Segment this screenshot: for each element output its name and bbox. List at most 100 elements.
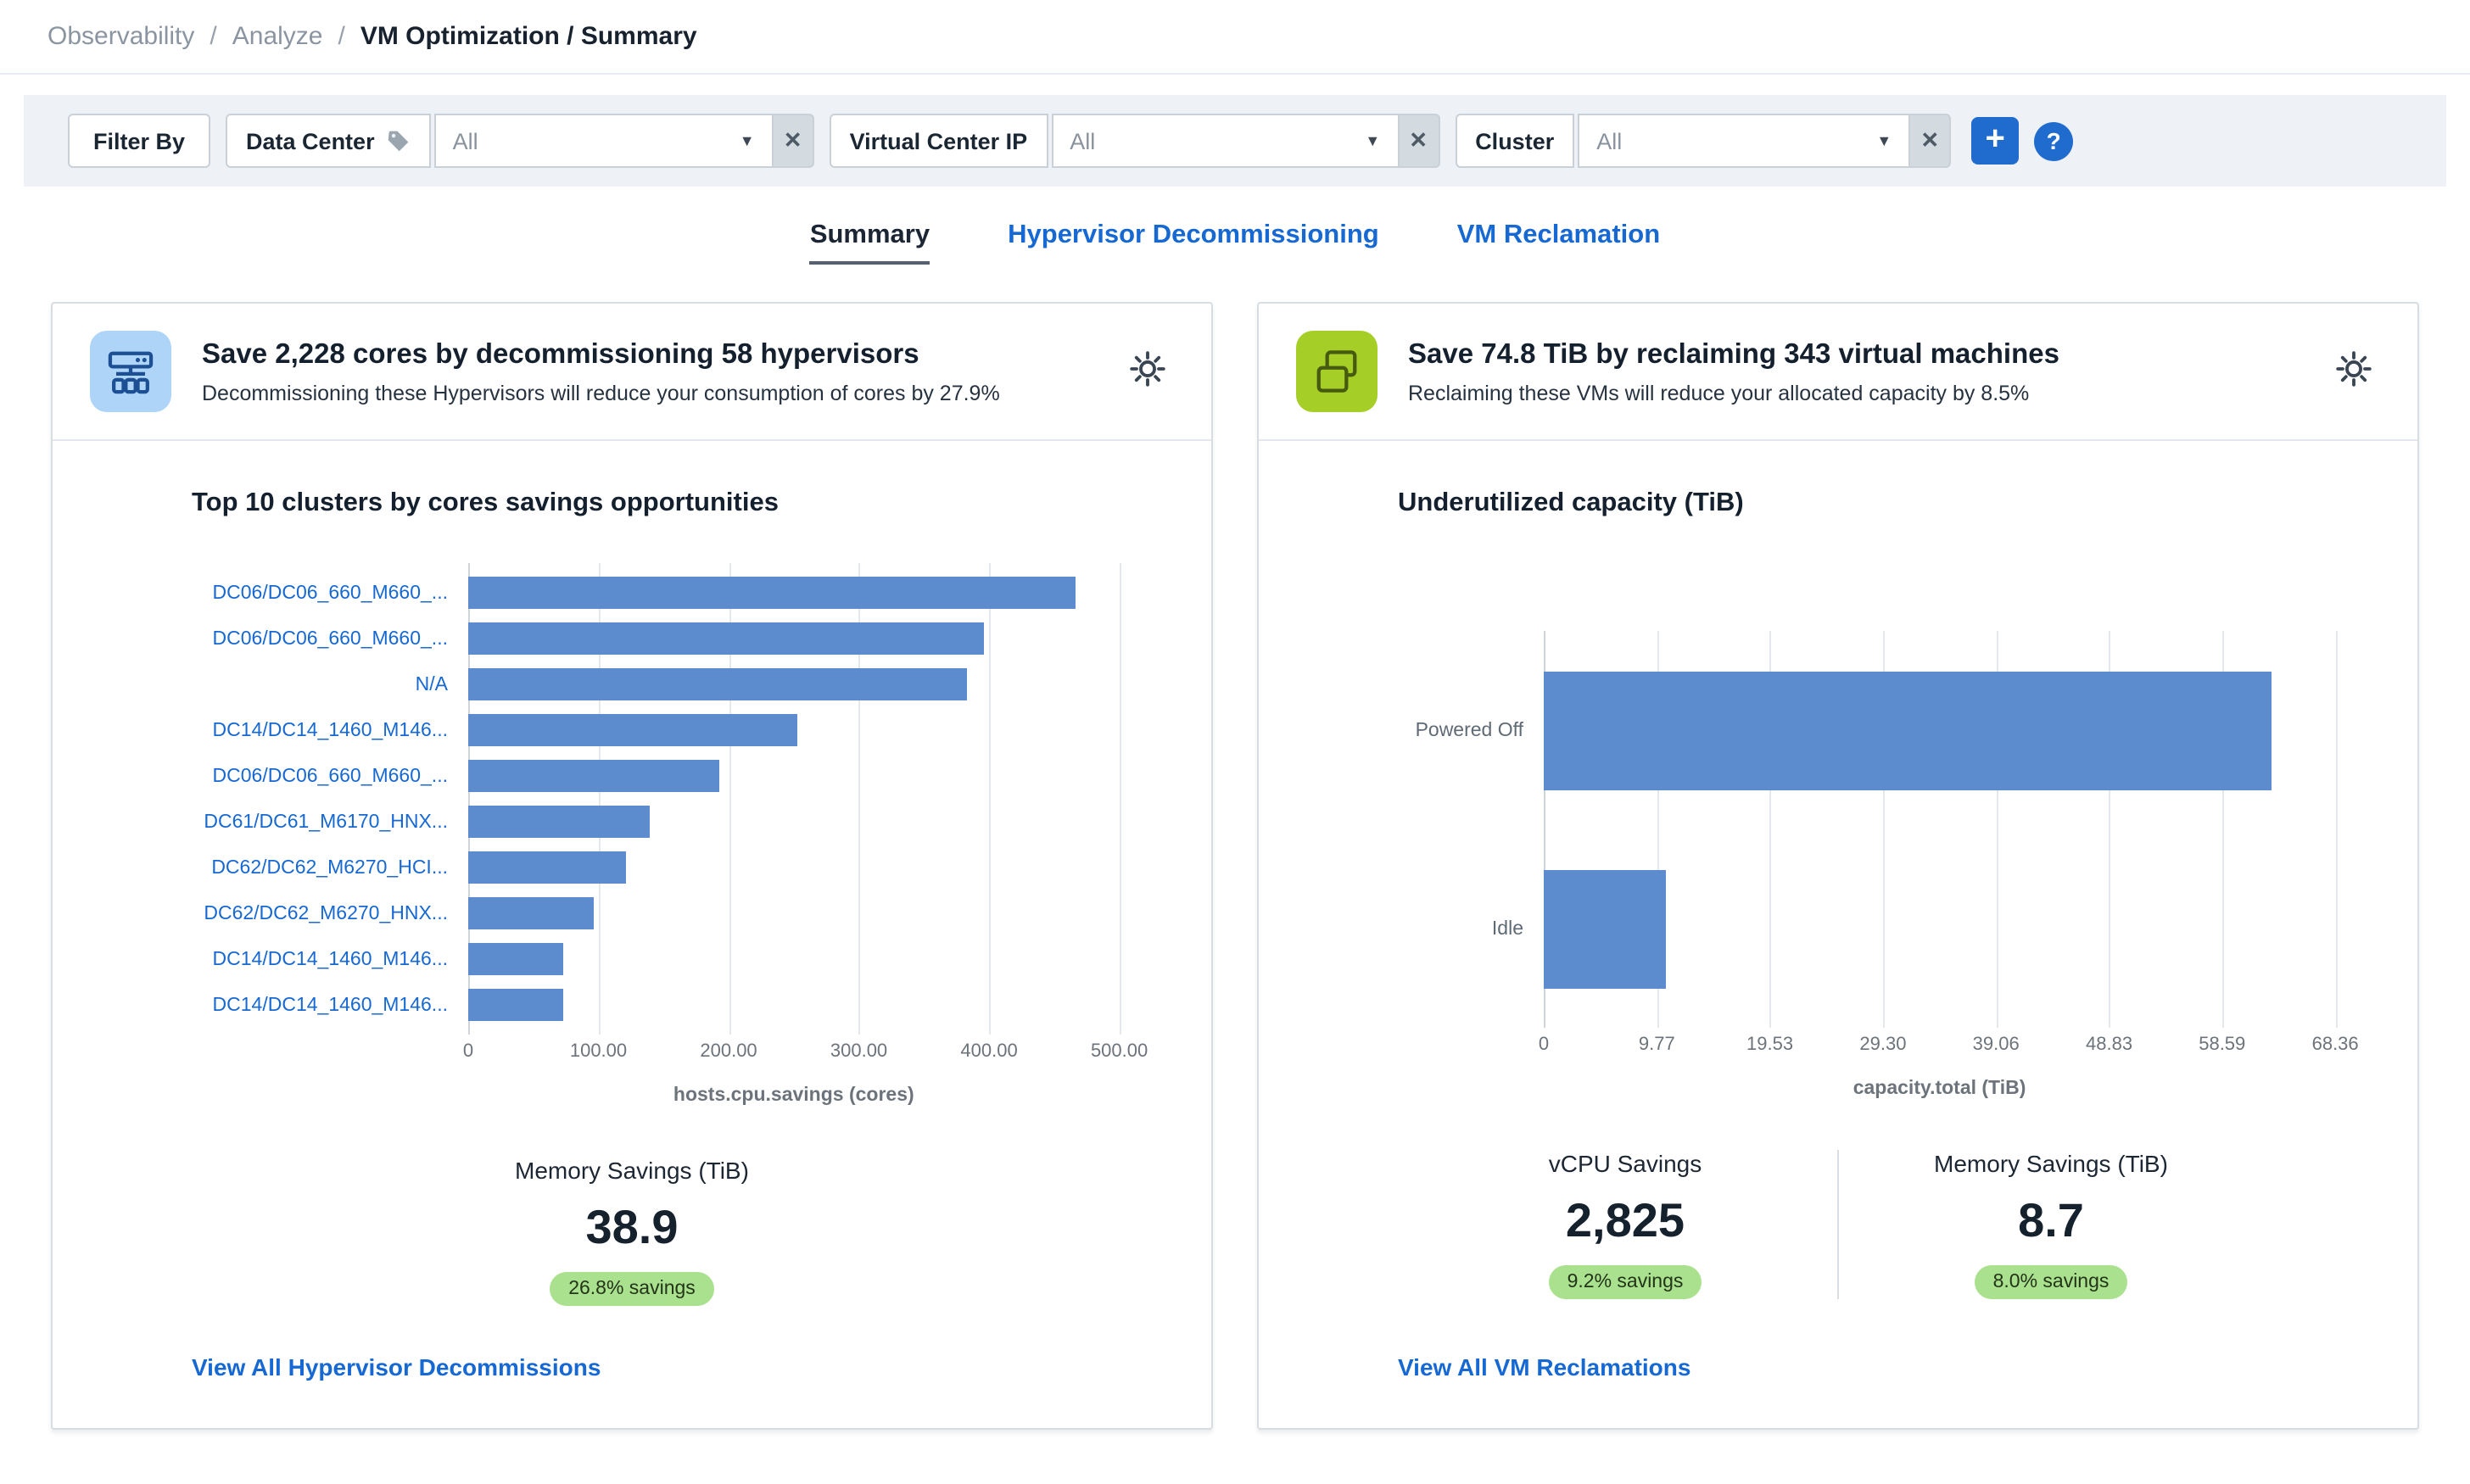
breadcrumb-separator: / <box>210 22 216 51</box>
bar[interactable] <box>468 989 563 1021</box>
x-tick-label: 9.77 <box>1639 1035 1675 1055</box>
cluster-link[interactable]: DC61/DC61_M6170_HNX... <box>204 812 448 832</box>
bar[interactable] <box>468 622 984 655</box>
tab-summary[interactable]: Summary <box>810 220 930 265</box>
bar[interactable] <box>468 851 626 884</box>
cluster-link[interactable]: DC14/DC14_1460_M146... <box>213 995 448 1015</box>
x-tick-label: 39.06 <box>1973 1035 2020 1055</box>
x-tick-label: 100.00 <box>570 1041 627 1062</box>
stat-label: Memory Savings (TiB) <box>1934 1150 2168 1177</box>
chart-category-labels: Powered OffIdle <box>1259 631 1544 1099</box>
cluster-link[interactable]: N/A <box>416 674 448 695</box>
cluster-value: All <box>1596 128 1622 153</box>
x-axis-label: capacity.total (TiB) <box>1544 1079 2335 1099</box>
summary-cards: Save 2,228 cores by decommissioning 58 h… <box>51 302 2419 1430</box>
virtual-center-ip-select[interactable]: All ▼ <box>1051 114 1399 168</box>
cluster-filter-label: Cluster <box>1455 114 1574 168</box>
data-center-clear-button[interactable]: ✕ <box>774 114 814 168</box>
virtual-center-ip-clear-button[interactable]: ✕ <box>1399 114 1439 168</box>
bar[interactable] <box>468 943 563 975</box>
x-tick-label: 48.83 <box>2086 1035 2132 1055</box>
filter-bar: Filter By Data Center All ▼ ✕ Virtual Ce… <box>24 95 2446 187</box>
breadcrumb-analyze[interactable]: Analyze <box>232 22 323 51</box>
x-tick-label: 0 <box>1539 1035 1549 1055</box>
virtual-center-ip-value: All <box>1070 128 1095 153</box>
vm-card-subtitle: Reclaiming these VMs will reduce your al… <box>1408 381 2297 404</box>
capacity-chart-title: Underutilized capacity (TiB) <box>1398 488 2350 519</box>
vm-settings-button[interactable] <box>2328 343 2380 400</box>
breadcrumb: Observability / Analyze / VM Optimizatio… <box>48 22 2422 51</box>
virtual-center-ip-filter-label: Virtual Center IP <box>830 114 1048 168</box>
savings-badge: 8.0% savings <box>1975 1265 2128 1299</box>
cluster-link[interactable]: DC06/DC06_660_M660_... <box>213 628 448 649</box>
bar[interactable] <box>468 760 719 792</box>
x-tick-label: 500.00 <box>1091 1041 1148 1062</box>
vm-card-footer: View All VM Reclamations <box>1259 1319 2417 1428</box>
category-label: Powered Off <box>1416 720 1523 740</box>
cluster-select[interactable]: All ▼ <box>1578 114 1910 168</box>
x-tick-label: 400.00 <box>960 1041 1017 1062</box>
stat-value: 2,825 <box>1566 1197 1685 1245</box>
vm-icon <box>1296 331 1378 412</box>
cluster-link[interactable]: DC14/DC14_1460_M146... <box>213 949 448 969</box>
vm-reclamation-card: Save 74.8 TiB by reclaiming 343 virtual … <box>1257 302 2419 1430</box>
virtual-center-ip-label-text: Virtual Center IP <box>850 128 1028 153</box>
gear-icon <box>1128 349 1167 388</box>
vm-card-titles: Save 74.8 TiB by reclaiming 343 virtual … <box>1408 338 2297 404</box>
bar[interactable] <box>468 668 967 700</box>
bar[interactable] <box>468 806 651 838</box>
help-icon[interactable]: ? <box>2034 121 2073 160</box>
cluster-link[interactable]: DC06/DC06_660_M660_... <box>213 766 448 786</box>
memory-savings-stat: Memory Savings (TiB) 38.9 26.8% savings <box>515 1157 749 1306</box>
tab-vm-reclamation[interactable]: VM Reclamation <box>1457 220 1660 265</box>
filter-group-virtual-center-ip: Virtual Center IP All ▼ ✕ <box>830 114 1440 168</box>
data-center-select[interactable]: All ▼ <box>434 114 774 168</box>
cluster-clear-button[interactable]: ✕ <box>1910 114 1951 168</box>
chart-category-labels: DC06/DC06_660_M660_... DC06/DC06_660_M660… <box>53 563 468 1106</box>
x-tick-label: 200.00 <box>700 1041 757 1062</box>
view-all-vm-reclamations-link[interactable]: View All VM Reclamations <box>1398 1353 1690 1381</box>
x-tick-label: 58.59 <box>2199 1035 2245 1055</box>
chart-plot-area: 09.7719.5329.3039.0648.8358.5968.36 capa… <box>1544 631 2360 1099</box>
stat-label: vCPU Savings <box>1549 1150 1702 1177</box>
hypervisor-card-subtitle: Decommissioning these Hypervisors will r… <box>202 381 1091 404</box>
bar[interactable] <box>468 714 797 746</box>
x-tick-label: 68.36 <box>2312 1035 2359 1055</box>
hypervisor-settings-button[interactable] <box>1121 343 1174 400</box>
savings-badge: 26.8% savings <box>550 1272 714 1306</box>
cluster-link[interactable]: DC62/DC62_M6270_HCI... <box>211 857 448 878</box>
top-bar: Observability / Analyze / VM Optimizatio… <box>0 0 2470 75</box>
cluster-link[interactable]: DC62/DC62_M6270_HNX... <box>204 903 448 923</box>
data-center-filter-label: Data Center <box>226 114 431 168</box>
add-filter-button[interactable]: + <box>1971 117 2019 165</box>
vm-card-title: Save 74.8 TiB by reclaiming 343 virtual … <box>1408 338 2297 371</box>
x-axis-label: hosts.cpu.savings (cores) <box>468 1085 1120 1106</box>
bar[interactable] <box>1544 671 2272 789</box>
stat-label: Memory Savings (TiB) <box>515 1157 749 1184</box>
bar[interactable] <box>468 577 1076 609</box>
vm-card-header: Save 74.8 TiB by reclaiming 343 virtual … <box>1259 304 2417 441</box>
cluster-link[interactable]: DC14/DC14_1460_M146... <box>213 720 448 740</box>
bar[interactable] <box>468 897 595 929</box>
tab-hypervisor-decommissioning[interactable]: Hypervisor Decommissioning <box>1008 220 1379 265</box>
x-tick-label: 19.53 <box>1746 1035 1793 1055</box>
tab-bar: Summary Hypervisor Decommissioning VM Re… <box>0 220 2470 265</box>
hypervisor-card-footer: View All Hypervisor Decommissions <box>53 1319 1211 1428</box>
hypervisor-card-titles: Save 2,228 cores by decommissioning 58 h… <box>202 338 1091 404</box>
bar[interactable] <box>1544 869 1667 988</box>
hypervisor-icon <box>90 331 171 412</box>
data-center-value: All <box>453 128 478 153</box>
vm-stats-row: vCPU Savings 2,825 9.2% savings Memory S… <box>1259 1150 2417 1299</box>
cluster-label-text: Cluster <box>1475 128 1554 153</box>
chevron-down-icon: ▼ <box>740 132 755 149</box>
stat-value: 38.9 <box>585 1204 678 1252</box>
filter-by-button[interactable]: Filter By <box>68 114 210 168</box>
clusters-savings-chart: DC06/DC06_660_M660_... DC06/DC06_660_M660… <box>53 563 1211 1106</box>
hypervisor-decommissioning-card: Save 2,228 cores by decommissioning 58 h… <box>51 302 1213 1430</box>
breadcrumb-observability[interactable]: Observability <box>48 22 194 51</box>
view-all-hypervisor-decommissions-link[interactable]: View All Hypervisor Decommissions <box>192 1353 601 1381</box>
tag-icon <box>387 129 411 153</box>
filter-group-cluster: Cluster All ▼ ✕ <box>1455 114 1951 168</box>
cluster-link[interactable]: DC06/DC06_660_M660_... <box>213 583 448 603</box>
x-tick-label: 0 <box>463 1041 473 1062</box>
